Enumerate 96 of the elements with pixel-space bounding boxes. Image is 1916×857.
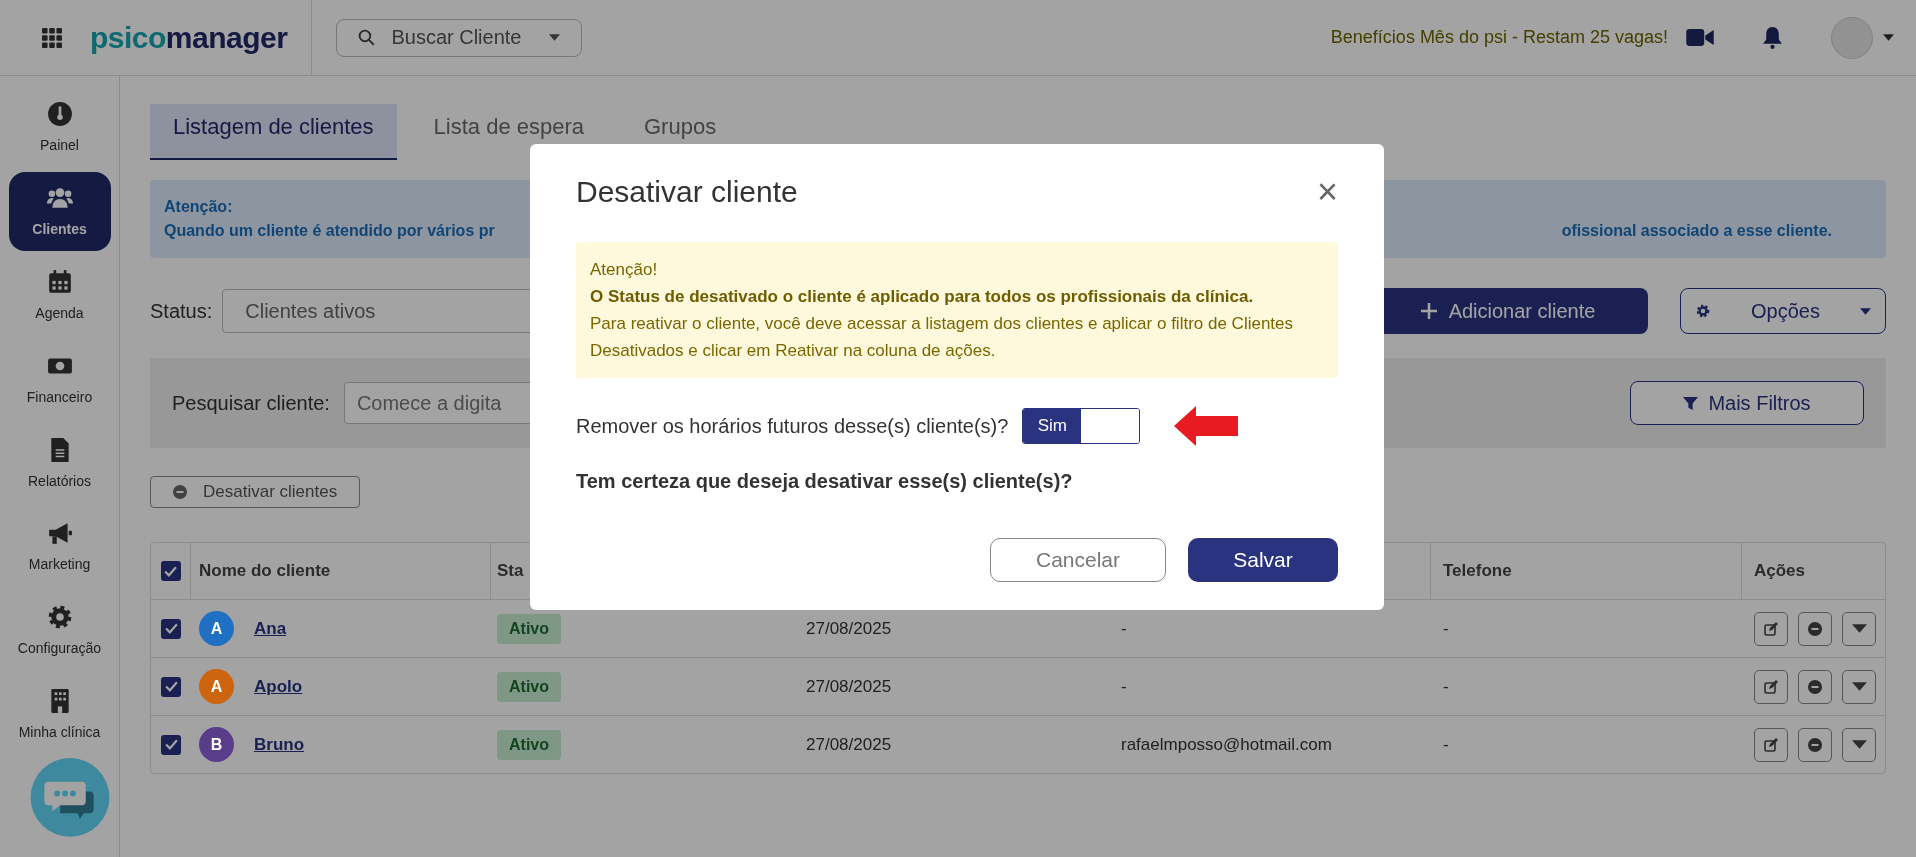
tab[interactable]: Listagem de clientes <box>150 104 397 160</box>
status-badge: Ativo <box>497 671 561 702</box>
warning-heading: Atenção! <box>590 259 659 281</box>
options-button[interactable]: Opções <box>1680 288 1886 334</box>
status-badge: Ativo <box>497 729 561 760</box>
apps-grid-icon[interactable] <box>42 27 62 48</box>
checkbox[interactable] <box>161 676 181 697</box>
deactivate-button[interactable] <box>1798 669 1832 704</box>
phone-cell: - <box>1443 676 1449 697</box>
phone-cell: - <box>1443 618 1449 639</box>
client-avatar: A <box>199 669 234 704</box>
warning-text: Para reativar o cliente, você deve acessar a listagem dos clientes e aplicar o filtro de Clientes Desativados e clicar em Reativar na coluna de ações. <box>590 313 1295 362</box>
gear-icon <box>1695 303 1711 319</box>
sidebar-item[interactable]: Marketing <box>8 506 111 586</box>
caret-icon <box>549 33 561 41</box>
notice-text: ofissional associado a esse cliente. <box>1561 222 1832 240</box>
sidebar-item[interactable]: Agenda <box>8 255 111 335</box>
sidebar-item[interactable]: Painel <box>8 88 111 167</box>
confirm-text: Tem certeza que deseja desativar esse(s) cliente(s)? <box>576 470 1074 493</box>
column-header: Ações <box>1754 561 1806 581</box>
question-label: Remover os horários futuros desse(s) cliente(s)? <box>576 414 1009 438</box>
edit-icon <box>1764 679 1778 694</box>
checkmark-icon <box>164 681 178 692</box>
minus-circle-icon <box>1808 679 1822 694</box>
toggle-switch[interactable]: Sim <box>1022 408 1141 444</box>
status-label: Status: <box>150 299 213 323</box>
megaphone-icon <box>46 520 73 547</box>
client-name-link[interactable]: Ana <box>254 618 287 639</box>
sidebar-item[interactable]: Clientes <box>8 171 111 251</box>
notice-text: Quando um cliente é atendido por vários pr <box>164 222 495 240</box>
client-avatar: B <box>199 727 234 762</box>
edit-button[interactable] <box>1754 669 1788 704</box>
video-camera-icon[interactable] <box>1686 28 1714 47</box>
client-avatar: A <box>199 611 234 646</box>
minus-circle-icon <box>1808 621 1822 636</box>
plus-icon <box>1420 303 1437 319</box>
notice-title: Atenção: <box>164 198 234 216</box>
caret-icon[interactable] <box>1883 34 1894 41</box>
deactivate-clients-button[interactable]: Desativar clientes <box>150 476 361 508</box>
gauge-icon <box>46 101 73 128</box>
date-cell: 27/08/2025 <box>806 734 892 755</box>
filter-icon <box>1683 395 1699 411</box>
date-cell: 27/08/2025 <box>806 618 892 639</box>
save-button[interactable]: Salvar <box>1188 538 1338 582</box>
calendar-icon <box>46 268 73 295</box>
sidebar-item[interactable]: Financeiro <box>8 339 111 419</box>
checkmark-icon <box>164 565 177 577</box>
edit-button[interactable] <box>1754 727 1788 762</box>
checkbox[interactable] <box>161 618 181 639</box>
deactivate-button[interactable] <box>1798 611 1832 646</box>
checkmark-icon <box>164 623 178 634</box>
minus-circle-icon <box>1808 737 1822 752</box>
close-button[interactable]: × <box>1316 174 1338 210</box>
logo[interactable]: psicomanager <box>90 20 288 55</box>
sidebar-item[interactable]: Relatórios <box>8 423 111 502</box>
bell-icon[interactable] <box>1762 26 1783 49</box>
more-filters-button[interactable]: Mais Filtros <box>1630 381 1864 425</box>
tab[interactable]: Lista de espera <box>410 104 607 160</box>
checkmark-icon <box>164 739 178 750</box>
search-label: Pesquisar cliente: <box>172 391 330 415</box>
arrow-icon <box>1174 406 1239 446</box>
column-header: Nome do cliente <box>199 561 331 581</box>
deactivate-button[interactable] <box>1798 727 1832 762</box>
column-header: Sta <box>497 561 524 581</box>
sidebar-item[interactable]: Minha clínica <box>8 674 111 754</box>
chat-bubble-icon[interactable] <box>29 758 110 838</box>
status-badge: Ativo <box>497 613 561 644</box>
sidebar-item[interactable]: Configuração <box>8 590 111 670</box>
caret-icon <box>1851 682 1867 691</box>
edit-button[interactable] <box>1754 611 1788 646</box>
client-name-link[interactable]: Bruno <box>254 734 305 755</box>
more-button[interactable] <box>1842 669 1876 704</box>
date-cell: 27/08/2025 <box>806 676 892 697</box>
client-name-link[interactable]: Apolo <box>254 676 303 697</box>
search-icon <box>358 28 376 46</box>
email-cell: rafaelmposso@hotmail.com <box>1121 734 1332 755</box>
modal-title: Desativar cliente <box>576 175 798 209</box>
caret-icon <box>1851 740 1867 749</box>
email-cell: - <box>1121 618 1127 639</box>
column-header: Telefone <box>1443 561 1512 581</box>
checkbox[interactable] <box>161 734 181 755</box>
client-search-field[interactable]: Buscar Cliente <box>336 18 583 57</box>
warning-bold-text: O Status de desativado o cliente é aplicado para todos os profissionais da clínica. <box>590 286 1255 308</box>
phone-cell: - <box>1443 734 1449 755</box>
more-button[interactable] <box>1842 611 1876 646</box>
cancel-button[interactable]: Cancelar <box>990 538 1166 582</box>
gear-icon <box>46 604 73 631</box>
edit-icon <box>1764 621 1778 636</box>
checkbox[interactable] <box>160 561 181 581</box>
minus-circle-icon <box>173 485 187 499</box>
caret-icon <box>1860 307 1871 315</box>
promo-link[interactable]: Benefícios Mês do psi - Restam 25 vagas! <box>1330 27 1668 48</box>
caret-icon <box>1851 624 1867 633</box>
email-cell: - <box>1121 676 1127 697</box>
edit-icon <box>1764 737 1778 752</box>
more-button[interactable] <box>1842 727 1876 762</box>
